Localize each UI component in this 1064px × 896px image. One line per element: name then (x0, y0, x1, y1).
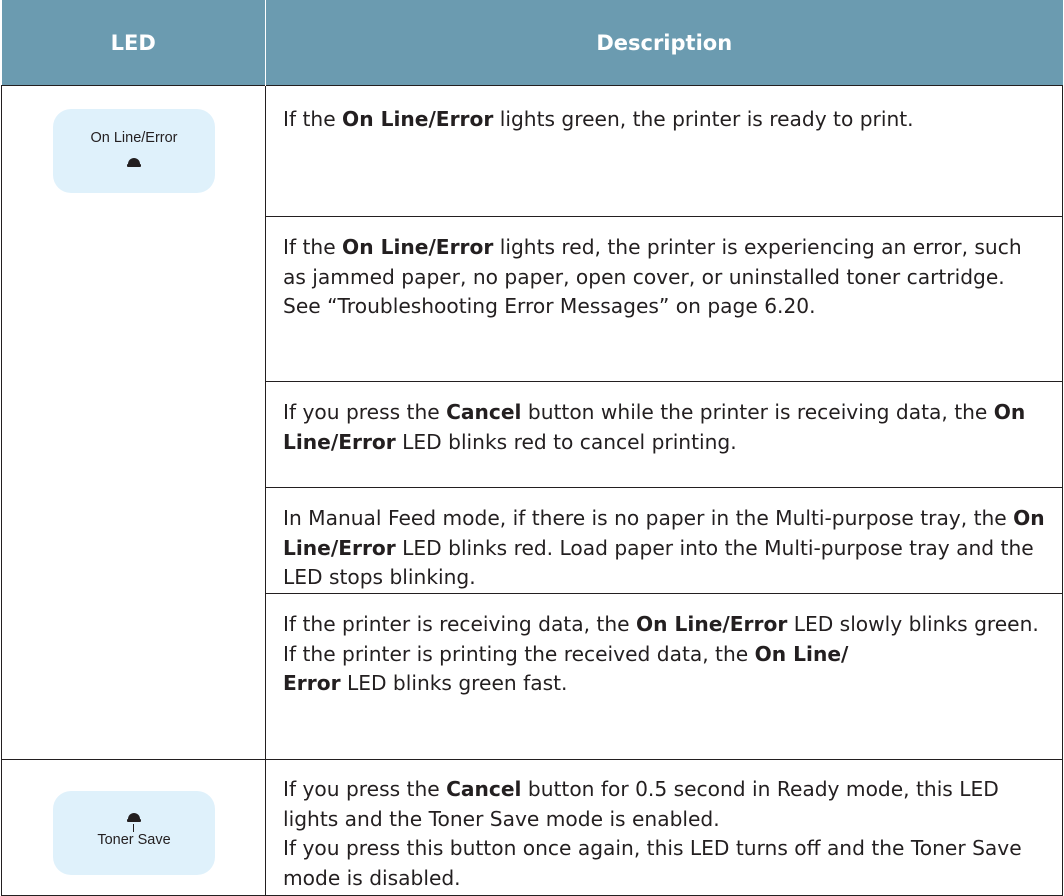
description-text: If you press the Cancel button for 0.5 s… (283, 777, 999, 831)
led-cell-online: On Line/Error (1, 85, 266, 760)
description-cell: In Manual Feed mode, if there is no pape… (265, 487, 1063, 594)
description-text: If the printer is receiving data, the On… (283, 612, 1039, 636)
description-text: If you press the Cancel button while the… (283, 400, 1026, 454)
online-error-panel: On Line/Error (53, 109, 215, 193)
description-text: If the On Line/Error lights green, the p… (283, 107, 914, 131)
toner-save-panel: Toner Save (53, 791, 215, 875)
description-cell: If the On Line/Error lights green, the p… (265, 85, 1063, 217)
toner-save-label: Toner Save (97, 832, 171, 848)
led-cell-toner: Toner Save (1, 759, 266, 896)
description-text: If the On Line/Error lights red, the pri… (283, 235, 1022, 318)
online-error-label: On Line/Error (90, 130, 178, 146)
description-text: If you press this button once again, thi… (283, 836, 1022, 890)
description-cell: If you press the Cancel button for 0.5 s… (265, 759, 1063, 896)
table-row: On Line/Error If the On Line/Error light… (1, 85, 1063, 760)
header-description: Description (265, 0, 1063, 86)
description-text: In Manual Feed mode, if there is no pape… (283, 506, 1045, 589)
description-text: If the printer is printing the received … (283, 641, 849, 696)
led-indicator-icon (127, 810, 141, 822)
led-indicator-icon (127, 155, 141, 167)
table-header-row: LED Description (1, 0, 1063, 86)
table-row: Toner Save If you press the Cancel butto… (1, 759, 1063, 896)
led-description-table: LED Description On Line/Error If the On … (1, 0, 1063, 896)
description-cell: If the On Line/Error lights red, the pri… (265, 216, 1063, 382)
description-cell: If the printer is receiving data, the On… (265, 593, 1063, 760)
header-led: LED (1, 0, 266, 86)
led-connector-line (133, 824, 134, 832)
description-cell: If you press the Cancel button while the… (265, 381, 1063, 488)
